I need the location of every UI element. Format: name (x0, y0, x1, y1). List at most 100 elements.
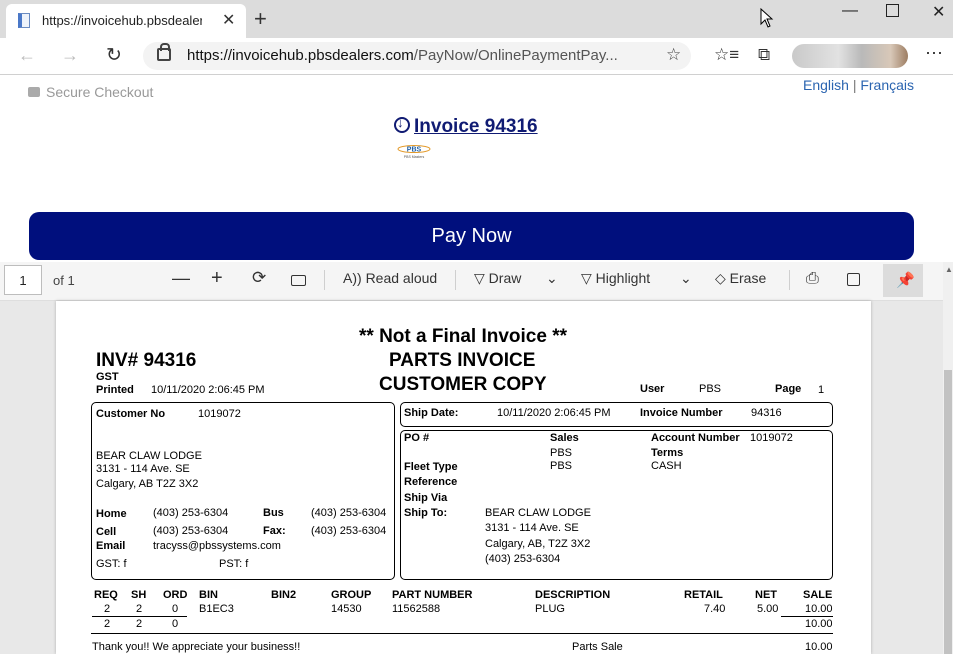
favorite-star-icon[interactable]: ☆ (666, 45, 681, 65)
lang-english-link[interactable]: English (803, 77, 849, 93)
scroll-up-icon[interactable]: ▲ (945, 265, 953, 274)
customer-box (91, 402, 395, 580)
draw-label: Draw (488, 270, 522, 286)
line-sale: 10.00 (805, 603, 833, 615)
total-sh: 2 (136, 618, 143, 630)
svg-text:PBS Masters: PBS Masters (404, 155, 425, 159)
more-menu-icon[interactable]: ⋯ (925, 43, 943, 64)
svg-text:PBS: PBS (407, 147, 422, 154)
zoom-out-icon[interactable]: — (172, 268, 190, 289)
minimize-icon[interactable]: — (842, 2, 858, 20)
invoice-link-label: Invoice 94316 (414, 116, 538, 137)
col-sh: SH (131, 589, 147, 601)
customer-name: BEAR CLAW LODGE (96, 450, 202, 462)
print-icon[interactable]: ⎙ (806, 270, 819, 288)
email-value: tracyss@pbssystems.com (153, 540, 281, 552)
terms-label: Terms (651, 447, 684, 459)
lang-separator: | (852, 77, 857, 93)
customer-address-line1: 3131 - 114 Ave. SE (96, 463, 190, 475)
parts-sale-value: 10.00 (805, 641, 833, 653)
gst-flag: GST: f (96, 558, 127, 570)
pin-toolbar-button[interactable]: 📌 (883, 264, 923, 297)
po-label: PO # (404, 432, 430, 444)
browser-tab[interactable]: https://invoicehub.pbsdealers.co ✕ (6, 4, 246, 38)
invoice-number-title: INV# 94316 (96, 350, 197, 371)
maximize-icon[interactable] (886, 4, 899, 17)
customer-no-label: Customer No (96, 408, 166, 420)
line-bin: B1EC3 (199, 603, 234, 615)
total-sale: 10.00 (805, 618, 833, 630)
ship-to-phone: (403) 253-6304 (485, 553, 561, 565)
qty-total-rule (92, 616, 187, 617)
scrollbar-thumb[interactable] (944, 370, 952, 654)
customer-copy-heading: CUSTOMER COPY (379, 374, 547, 395)
erase-button[interactable]: ◇ Erase (715, 270, 766, 287)
draw-chevron-down-icon[interactable]: ⌄ (546, 270, 558, 287)
invoice-number-label: Invoice Number (640, 407, 723, 419)
account-number-value: 1019072 (750, 432, 793, 444)
sales-label: Sales (550, 432, 579, 444)
col-part-number: PART NUMBER (392, 589, 473, 601)
new-tab-icon[interactable]: + (254, 6, 267, 32)
line-description: PLUG (535, 603, 565, 615)
rotate-icon[interactable]: ⟳ (252, 268, 266, 288)
col-bin: BIN (199, 589, 218, 601)
cell-label: Cell (96, 526, 117, 538)
profile-avatar[interactable] (792, 44, 908, 68)
close-window-icon[interactable]: ✕ (932, 2, 945, 22)
col-net: NET (755, 589, 777, 601)
sale-total-rule (781, 616, 833, 617)
page-number-input[interactable]: 1 (4, 265, 42, 295)
fleet-type-label: Fleet Type (404, 461, 458, 473)
ship-date-value: 10/11/2020 2:06:45 PM (497, 407, 611, 419)
order-details-box (400, 430, 833, 580)
col-sale: SALE (803, 589, 833, 601)
collections-icon[interactable]: ⧉ (758, 45, 770, 65)
page-label: Page (775, 383, 802, 395)
read-aloud-label: Read aloud (365, 270, 438, 286)
line-net: 5.00 (757, 603, 779, 615)
zoom-in-icon[interactable]: + (211, 267, 223, 290)
sales-value-1: PBS (550, 447, 573, 459)
draw-button[interactable]: ▽ Draw (474, 270, 521, 287)
erase-label: Erase (729, 270, 767, 286)
tab-close-icon[interactable]: ✕ (222, 10, 235, 30)
reload-icon[interactable]: ↻ (106, 44, 122, 67)
url-path: /PayNow/OnlinePaymentPay... (413, 47, 618, 64)
draw-icon: ▽ (474, 270, 485, 286)
bus-value: (403) 253-6304 (311, 507, 387, 519)
tab-title: https://invoicehub.pbsdealers.co (42, 13, 202, 28)
printed-label: Printed (96, 384, 134, 396)
bus-label: Bus (263, 507, 284, 519)
sales-value-2: PBS (550, 460, 573, 472)
invoice-download-link[interactable]: Invoice 94316 (394, 115, 538, 138)
reference-label: Reference (404, 476, 458, 488)
fit-page-icon[interactable] (291, 275, 306, 286)
gst-label: GST (96, 371, 119, 383)
fax-value: (403) 253-6304 (311, 525, 387, 537)
toolbar-divider (455, 270, 456, 290)
highlight-button[interactable]: ▽ Highlight (581, 270, 650, 287)
highlight-icon: ▽ (581, 270, 592, 286)
mouse-cursor-icon (760, 8, 774, 28)
line-retail: 7.40 (704, 603, 726, 615)
highlight-chevron-down-icon[interactable]: ⌄ (680, 270, 692, 287)
footer-rule (91, 633, 833, 634)
total-ord: 0 (172, 618, 179, 630)
forward-icon[interactable]: → (61, 45, 79, 66)
col-retail: RETAIL (684, 589, 723, 601)
col-group: GROUP (331, 589, 372, 601)
not-final-heading: ** Not a Final Invoice ** (359, 326, 567, 347)
save-icon[interactable] (847, 273, 860, 286)
col-ord: ORD (163, 589, 188, 601)
lock-icon[interactable] (157, 43, 171, 61)
favorites-icon[interactable]: ☆≡ (714, 45, 739, 65)
lang-french-link[interactable]: Français (860, 77, 914, 93)
read-aloud-button[interactable]: A)) Read aloud (343, 270, 437, 286)
pay-now-button[interactable]: Pay Now (29, 212, 914, 260)
page-icon (18, 13, 30, 28)
url-text[interactable]: https://invoicehub.pbsdealers.com/PayNow… (187, 47, 647, 64)
highlight-label: Highlight (595, 270, 651, 286)
back-icon[interactable]: ← (18, 45, 36, 66)
account-number-label: Account Number (651, 432, 740, 444)
